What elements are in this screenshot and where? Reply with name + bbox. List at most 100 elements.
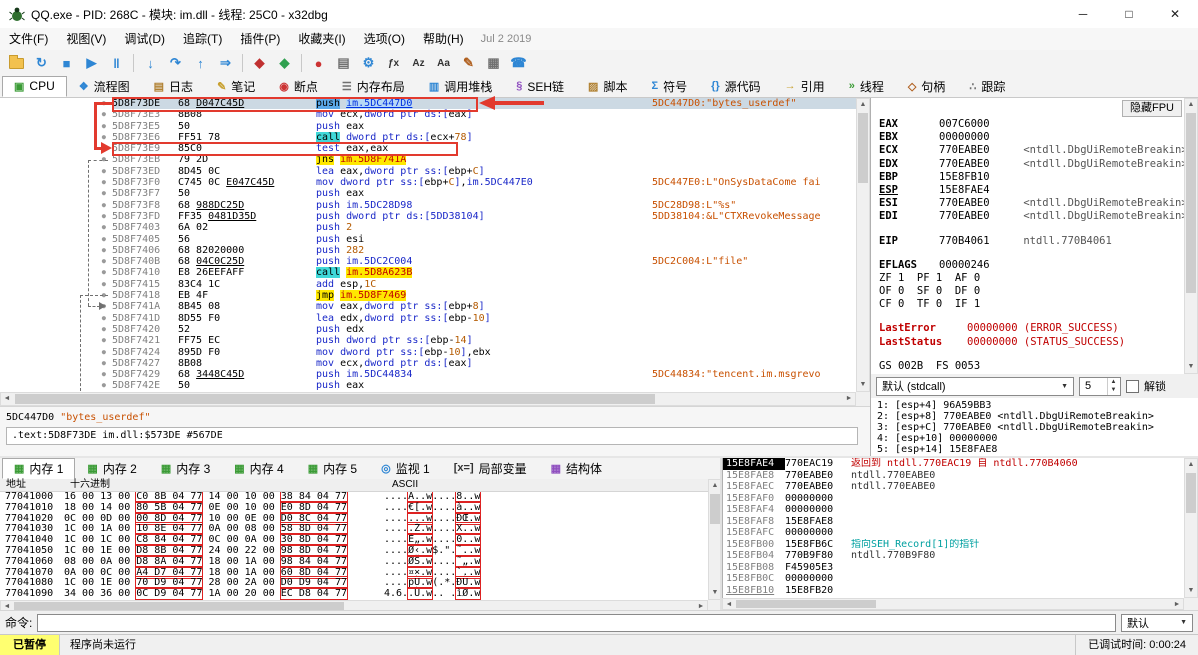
tab-references[interactable]: → 引用 bbox=[773, 76, 837, 97]
stack-row[interactable]: 15E8FAE4 770EAC19 返回到 ntdll.770EAC19 自 ntd… bbox=[723, 458, 1184, 470]
disasm-row[interactable]: ● 5D8F7403 6A 02 push 2 bbox=[0, 222, 856, 233]
scroll-up-icon[interactable]: ▲ bbox=[1185, 99, 1197, 111]
tab-memory-map[interactable]: ☰ 内存布局 bbox=[330, 76, 417, 97]
breakpoints-icon[interactable]: ● bbox=[306, 52, 331, 74]
maximize-button[interactable]: □ bbox=[1106, 0, 1152, 28]
disasm-row[interactable]: ● 5D8F741D 8D55 F0 lea edx,dword ptr ss:[eb… bbox=[0, 313, 856, 324]
menu-item[interactable]: 文件(F) bbox=[0, 28, 57, 50]
tab-dump-3[interactable]: ▦ 内存 3 bbox=[149, 458, 222, 479]
disasm-row[interactable]: ● 5D8F73E5 50 push eax bbox=[0, 121, 856, 132]
step-over-icon[interactable]: ↷ bbox=[163, 52, 188, 74]
tab-struct[interactable]: ▦ 结构体 bbox=[539, 458, 614, 479]
stack-argument-row[interactable]: 2: [esp+8] 770EABE0 <ntdll.DbgUiRemoteBr… bbox=[877, 411, 1198, 422]
menu-item[interactable]: 调试(D) bbox=[115, 28, 174, 50]
stack-row[interactable]: 15E8FB0C 00000000 bbox=[723, 573, 1184, 585]
close-button[interactable]: ✕ bbox=[1152, 0, 1198, 28]
fx-icon[interactable]: ƒx bbox=[381, 52, 406, 74]
disasm-row[interactable]: ● 5D8F73FD FF35 0481D35D push dword ptr ds:… bbox=[0, 211, 856, 222]
register-row[interactable]: LastStatus 00000000 (STATUS_SUCCESS) bbox=[879, 336, 1198, 349]
disasm-row[interactable]: ● 5D8F7429 68 3448C45D push im.5DC44834 5DC4… bbox=[0, 369, 856, 380]
tab-dump-5[interactable]: ▦ 内存 5 bbox=[296, 458, 369, 479]
scroll-thumb[interactable] bbox=[710, 494, 720, 524]
stack-pane[interactable]: 15E8FAE4 770EAC19 返回到 ntdll.770EAC19 自 ntd… bbox=[722, 458, 1184, 598]
scroll-down-icon[interactable]: ▼ bbox=[1185, 361, 1197, 373]
call-arguments-pane[interactable]: 1: [esp+4] 96A59BB3 2: [esp+8] 770EABE0 <… bbox=[870, 398, 1198, 456]
calling-convention-select[interactable]: 默认 (stdcall) ▼ bbox=[876, 376, 1074, 396]
stack-argument-row[interactable]: 4: [esp+10] 00000000 bbox=[877, 433, 1198, 444]
trace-into-icon[interactable]: ◆ bbox=[247, 52, 272, 74]
disasm-row[interactable]: ● 5D8F73F8 68 988DC25D push im.5DC28D98 5DC2… bbox=[0, 200, 856, 211]
disasm-row[interactable]: ● 5D8F7420 52 push edx bbox=[0, 324, 856, 335]
font-az-icon[interactable]: Az bbox=[406, 52, 431, 74]
tab-threads[interactable]: » 线程 bbox=[837, 76, 896, 97]
register-row[interactable]: CF 0 TF 0 IF 1 bbox=[879, 298, 1198, 311]
menu-item[interactable]: 视图(V) bbox=[57, 28, 115, 50]
menu-item[interactable]: 插件(P) bbox=[231, 28, 289, 50]
disasm-row[interactable]: ● 5D8F7421 FF75 EC push dword ptr ss:[ebp-1… bbox=[0, 335, 856, 346]
tab-dump-2[interactable]: ▦ 内存 2 bbox=[75, 458, 148, 479]
disasm-row[interactable]: ● 5D8F742E 50 push eax bbox=[0, 380, 856, 391]
disasm-row[interactable]: ● 5D8F7424 895D F0 mov dword ptr ss:[ebp-10… bbox=[0, 347, 856, 358]
disasm-row[interactable]: ● 5D8F7427 8B08 mov ecx,dword ptr ds:[eax] bbox=[0, 358, 856, 369]
disasm-row[interactable]: ● 5D8F7410 E8 26EEFAFF call im.5D8A623B bbox=[0, 267, 856, 279]
tab-breakpoints[interactable]: ◉ 断点 bbox=[267, 76, 330, 97]
stack-argument-row[interactable]: 3: [esp+C] 770EABE0 <ntdll.DbgUiRemoteBr… bbox=[877, 422, 1198, 433]
memory-map-icon[interactable]: ▤ bbox=[331, 52, 356, 74]
disasm-row[interactable]: ● 5D8F73F0 C745 0C E047C45D mov dword ptr s… bbox=[0, 177, 856, 188]
stack-row[interactable]: 15E8FAFC 00000000 bbox=[723, 527, 1184, 539]
tab-notes[interactable]: ✎ 笔记 bbox=[205, 76, 267, 97]
scroll-thumb[interactable] bbox=[14, 602, 344, 610]
disassembly-hscrollbar[interactable]: ◄ ► bbox=[0, 392, 856, 406]
stack-row[interactable]: 15E8FAEC 770EABE0 ntdll.770EABE0 bbox=[723, 481, 1184, 493]
register-row[interactable]: EBX 00000000 bbox=[879, 131, 1198, 144]
pause-icon[interactable]: ‖ bbox=[104, 52, 129, 74]
tab-symbols[interactable]: Σ 符号 bbox=[639, 76, 699, 97]
register-row[interactable]: ECX 770EABE0 <ntdll.DbgUiRemoteBreakin> bbox=[879, 144, 1198, 157]
stack-row[interactable]: 15E8FAE8 770EABE0 ntdll.770EABE0 bbox=[723, 470, 1184, 482]
restart-icon[interactable]: ↻ bbox=[29, 52, 54, 74]
disasm-row[interactable]: ● 5D8F73F7 50 push eax bbox=[0, 188, 856, 199]
scroll-thumb[interactable] bbox=[858, 113, 868, 183]
tab-locals[interactable]: [x=] 局部变量 bbox=[442, 458, 539, 479]
stack-hscrollbar[interactable]: ◄ ► bbox=[722, 598, 1184, 610]
register-row[interactable]: ZF 1 PF 1 AF 0 bbox=[879, 272, 1198, 285]
settings-gear-icon[interactable]: ⚙ bbox=[356, 52, 381, 74]
tab-graph[interactable]: ❖ 流程图 bbox=[67, 76, 142, 97]
tab-seh[interactable]: § SEH链 bbox=[504, 76, 576, 97]
register-row[interactable]: LastError 00000000 (ERROR_SUCCESS) bbox=[879, 322, 1198, 335]
scroll-up-icon[interactable]: ▲ bbox=[857, 99, 869, 111]
menu-item[interactable]: 收藏夹(I) bbox=[289, 28, 354, 50]
disassembly-vscrollbar[interactable]: ▲ ▼ bbox=[856, 98, 870, 392]
scroll-down-icon[interactable]: ▼ bbox=[857, 379, 869, 391]
tab-handles[interactable]: ◇ 句柄 bbox=[896, 76, 957, 97]
register-row[interactable]: EBP 15E8FB10 bbox=[879, 171, 1198, 184]
register-row[interactable]: EDX 770EABE0 <ntdll.DbgUiRemoteBreakin> bbox=[879, 158, 1198, 171]
brush-icon[interactable]: ✎ bbox=[456, 52, 481, 74]
disasm-row[interactable]: ● 5D8F73ED 8D45 0C lea eax,dword ptr ss:[eb… bbox=[0, 166, 856, 177]
registers-vscrollbar[interactable]: ▲ ▼ bbox=[1184, 98, 1198, 374]
disasm-row[interactable]: ● 5D8F740B 68 04C0C25D push im.5DC2C004 5DC2… bbox=[0, 256, 856, 267]
disasm-row[interactable]: ● 5D8F7405 56 push esi bbox=[0, 234, 856, 245]
command-input[interactable] bbox=[37, 613, 1116, 632]
stack-row[interactable]: 15E8FAF0 00000000 bbox=[723, 493, 1184, 505]
registers-pane[interactable]: 隐藏FPU EAX 007C6000 EBX 00000000 ECX 770EABE0 … bbox=[870, 98, 1198, 374]
disasm-row[interactable]: ● 5D8F7418 EB 4F jmp im.5D8F7469 bbox=[0, 290, 856, 302]
register-row[interactable]: OF 0 SF 0 DF 0 bbox=[879, 285, 1198, 298]
disasm-row[interactable]: ● 5D8F73EB 79 2D jns im.5D8F741A bbox=[0, 154, 856, 166]
stack-row[interactable]: 15E8FB08 F45905E3 bbox=[723, 562, 1184, 574]
run-until-icon[interactable]: ⇒ bbox=[213, 52, 238, 74]
register-row[interactable]: ESP 15E8FAE4 bbox=[879, 184, 1198, 197]
unlock-checkbox[interactable] bbox=[1126, 379, 1139, 393]
memory-dump-pane[interactable]: 77041000 16 00 13 00 C0 8B 04 77 14 00 10… bbox=[0, 492, 708, 600]
run-icon[interactable]: ▶ bbox=[79, 52, 104, 74]
calculator-icon[interactable]: ▦ bbox=[481, 52, 506, 74]
register-row[interactable]: EAX 007C6000 bbox=[879, 118, 1198, 131]
scroll-down-icon[interactable]: ▼ bbox=[1185, 585, 1197, 597]
tab-watch-1[interactable]: ◎ 监视 1 bbox=[369, 458, 442, 479]
stop-icon[interactable]: ■ bbox=[54, 52, 79, 74]
menu-item[interactable]: 帮助(H) bbox=[414, 28, 473, 50]
argument-count-stepper[interactable]: 5 ▲ ▼ bbox=[1079, 376, 1121, 396]
stack-row[interactable]: 15E8FAF4 00000000 bbox=[723, 504, 1184, 516]
menu-item[interactable]: 选项(O) bbox=[355, 28, 414, 50]
step-out-icon[interactable]: ↑ bbox=[188, 52, 213, 74]
